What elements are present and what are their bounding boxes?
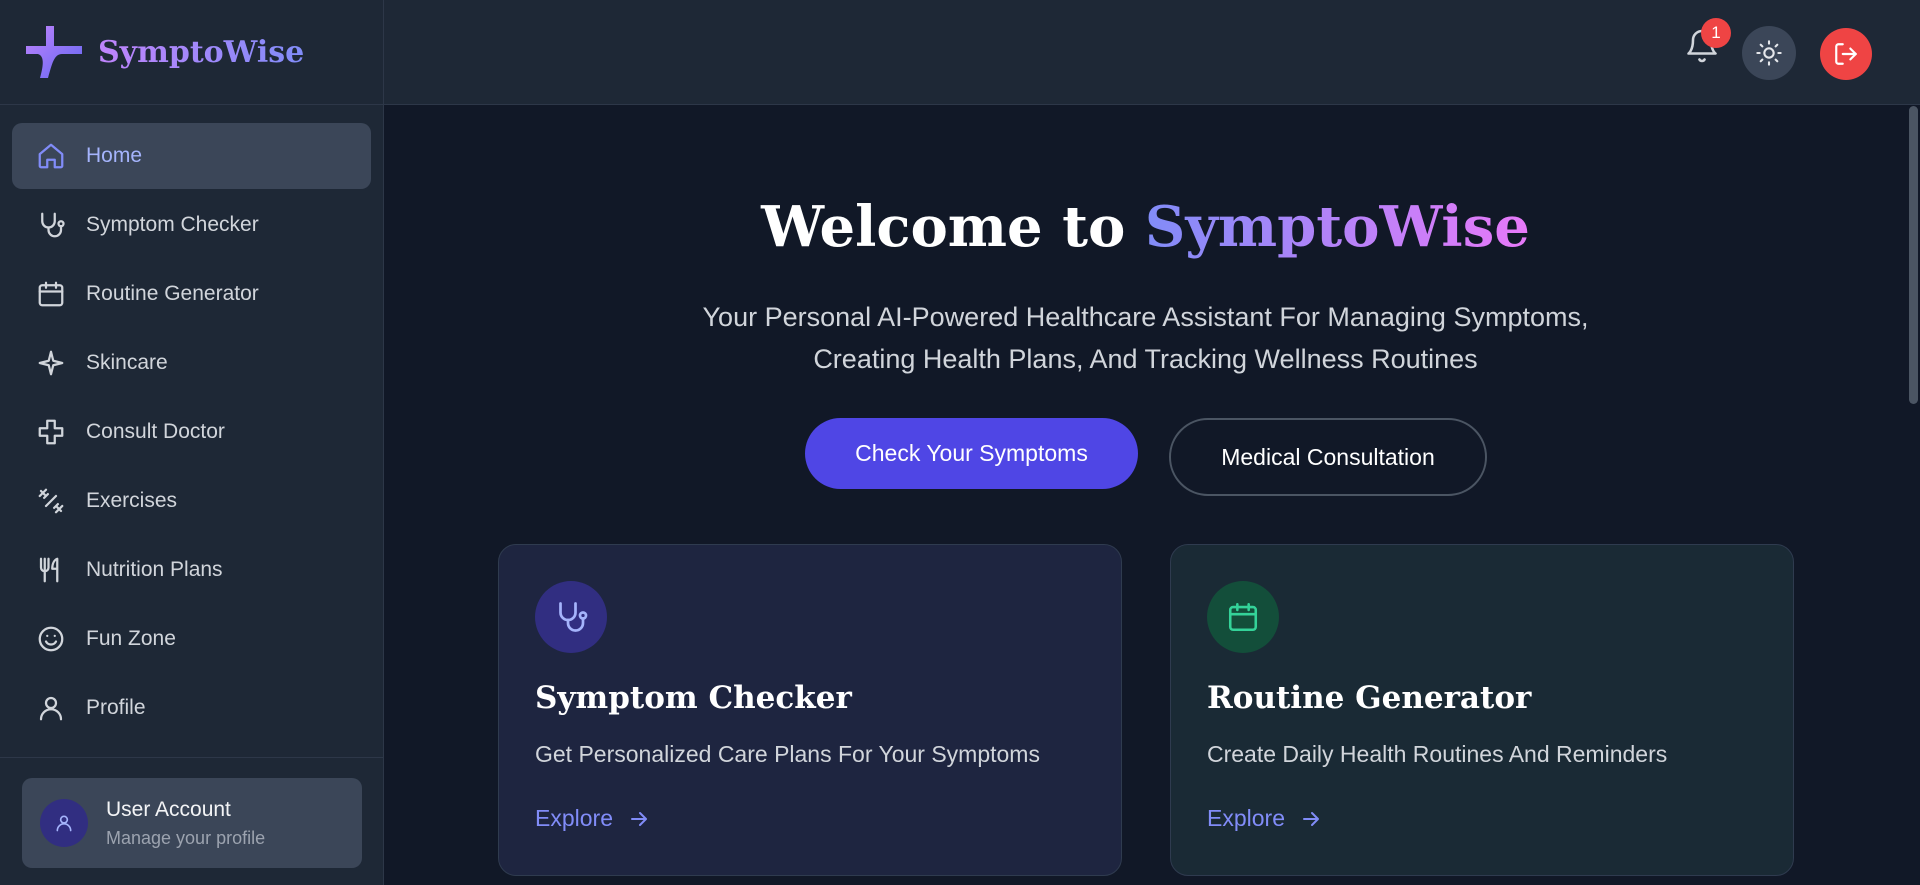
smile-icon: [36, 624, 66, 654]
sidebar-item-profile[interactable]: Profile: [12, 675, 371, 741]
logout-button[interactable]: [1820, 28, 1872, 80]
sidebar-nav: Home Symptom Checker Routine Generator S…: [0, 105, 383, 741]
hero-title-brand: SymptoWise: [1144, 194, 1530, 260]
sidebar-item-skincare[interactable]: Skincare: [12, 330, 371, 396]
sidebar-item-label: Consult Doctor: [86, 420, 225, 443]
user-account-subtitle: Manage your profile: [106, 827, 266, 848]
sidebar-divider: [0, 757, 383, 758]
sidebar-item-label: Fun Zone: [86, 627, 176, 650]
user-icon: [36, 693, 66, 723]
hero-subtitle-line2: Creating Health Plans, And Tracking Well…: [813, 344, 1478, 374]
arrow-right-icon: [1302, 811, 1319, 826]
arrow-right-icon: [630, 811, 647, 826]
utensils-icon: [36, 555, 66, 585]
sidebar-item-label: Exercises: [86, 489, 178, 512]
hero-subtitle: Your Personal AI-Powered Healthcare Assi…: [634, 296, 1657, 380]
card-description: Create Daily Health Routines And Reminde…: [1207, 741, 1668, 767]
sidebar-item-symptom-checker[interactable]: Symptom Checker: [12, 192, 371, 258]
card-description: Get Personalized Care Plans For Your Sym…: [535, 741, 1040, 767]
medical-cross-icon: [36, 417, 66, 447]
sidebar-item-label: Skincare: [86, 351, 168, 374]
home-icon: [36, 141, 66, 171]
sidebar-item-label: Nutrition Plans: [86, 558, 223, 581]
symptom-checker-card[interactable]: Symptom Checker Get Personalized Care Pl…: [498, 544, 1122, 876]
calendar-icon: [1228, 602, 1258, 632]
sidebar-item-label: Symptom Checker: [86, 213, 259, 236]
calendar-icon: [36, 279, 66, 309]
user-account-title: User Account: [106, 797, 231, 821]
logout-icon: [1835, 43, 1857, 65]
sidebar-item-label: Profile: [86, 696, 146, 719]
sidebar-item-label: Routine Generator: [86, 282, 259, 305]
card-title: Routine Generator: [1207, 680, 1532, 716]
explore-link-label: Explore: [535, 805, 613, 831]
main-content: Welcome to SymptoWise Your Personal AI-P…: [384, 106, 1907, 885]
brand[interactable]: SymptoWise: [0, 0, 383, 105]
user-icon: [56, 815, 72, 832]
brand-name: SymptoWise: [98, 34, 305, 70]
sidebar-item-home[interactable]: Home: [12, 123, 371, 189]
card-title: Symptom Checker: [535, 680, 852, 716]
theme-toggle-button[interactable]: [1742, 26, 1796, 80]
explore-link-label: Explore: [1207, 805, 1285, 831]
sun-icon: [1756, 40, 1782, 66]
avatar: [40, 799, 88, 847]
page-title: Welcome to SymptoWise: [384, 194, 1907, 260]
hero-subtitle-line1: Your Personal AI-Powered Healthcare Assi…: [702, 302, 1589, 332]
medical-consultation-button[interactable]: Medical Consultation: [1169, 418, 1487, 496]
explore-link[interactable]: Explore: [535, 805, 651, 832]
sidebar-item-label: Home: [86, 144, 143, 167]
explore-link[interactable]: Explore: [1207, 805, 1323, 832]
sidebar: SymptoWise Home Symptom Checker Routine …: [0, 0, 384, 885]
hero-title-prefix: Welcome to: [761, 194, 1145, 260]
sidebar-item-routine-generator[interactable]: Routine Generator: [12, 261, 371, 327]
sidebar-item-consult-doctor[interactable]: Consult Doctor: [12, 399, 371, 465]
routine-generator-card[interactable]: Routine Generator Create Daily Health Ro…: [1170, 544, 1794, 876]
sidebar-item-nutrition-plans[interactable]: Nutrition Plans: [12, 537, 371, 603]
scrollbar-thumb[interactable]: [1909, 106, 1918, 404]
stethoscope-icon: [559, 602, 588, 632]
sparkle-icon: [36, 348, 66, 378]
card-icon-wrapper: [1207, 581, 1279, 653]
user-account-card[interactable]: User Account Manage your profile: [22, 778, 362, 868]
sidebar-item-exercises[interactable]: Exercises: [12, 468, 371, 534]
topbar: 1: [384, 0, 1920, 105]
sidebar-item-fun-zone[interactable]: Fun Zone: [12, 606, 371, 672]
symptowise-logo-icon: [26, 26, 82, 78]
dumbbell-icon: [36, 486, 66, 516]
notification-badge: 1: [1701, 18, 1731, 48]
card-icon-wrapper: [535, 581, 607, 653]
check-symptoms-button[interactable]: Check Your Symptoms: [805, 418, 1138, 489]
stethoscope-icon: [36, 210, 66, 240]
